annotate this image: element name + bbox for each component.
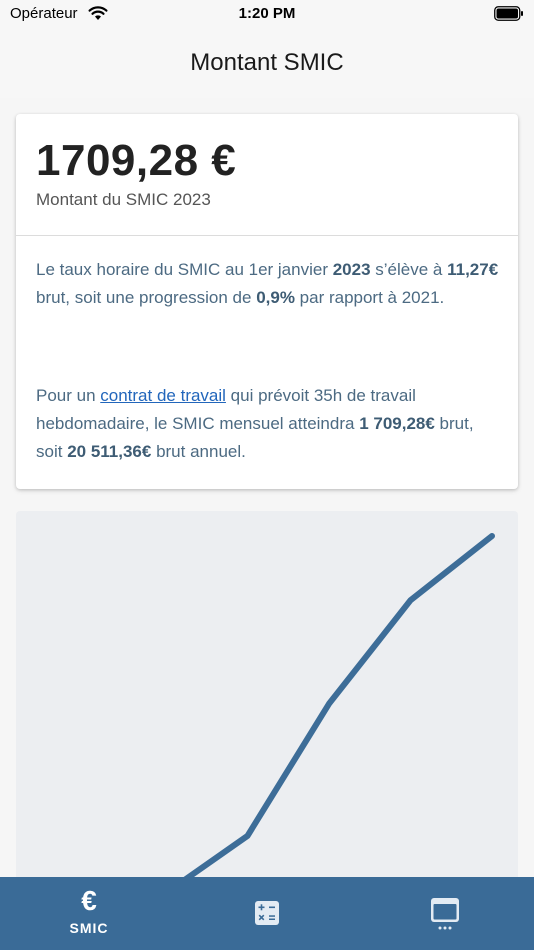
tab-smic[interactable]: € SMIC — [0, 877, 178, 950]
status-bar: Opérateur 1:20 PM — [0, 0, 534, 28]
chart-plot — [163, 533, 495, 891]
tab-smic-label: SMIC — [69, 920, 109, 936]
smic-amount-caption: Montant du SMIC 2023 — [36, 190, 211, 209]
tab-more[interactable] — [356, 877, 534, 950]
card-divider — [16, 235, 518, 236]
calculator-icon — [255, 901, 279, 925]
monthly-amount-paragraph: Pour un contrat de travail qui prévoit 3… — [36, 386, 474, 461]
contrat-de-travail-link[interactable]: contrat de travail — [100, 386, 226, 405]
series-line — [163, 533, 495, 891]
page-title: Montant SMIC — [190, 49, 344, 76]
battery-icon — [494, 6, 523, 21]
euro-icon: € — [81, 885, 97, 916]
tab-calculator[interactable] — [178, 877, 356, 950]
hourly-rate-paragraph: Le taux horaire du SMIC au 1er janvier 2… — [36, 260, 499, 307]
smic-amount: 1709,28 € — [36, 136, 237, 185]
tab-bar: € SMIC — [0, 877, 534, 950]
navigation-bar: Montant SMIC — [0, 28, 534, 98]
smic-evolution-chart — [16, 511, 518, 891]
more-icon — [431, 898, 459, 930]
smic-info-card: 1709,28 € Montant du SMIC 2023 Le taux h… — [16, 114, 518, 489]
clock-time: 1:20 PM — [238, 5, 296, 22]
